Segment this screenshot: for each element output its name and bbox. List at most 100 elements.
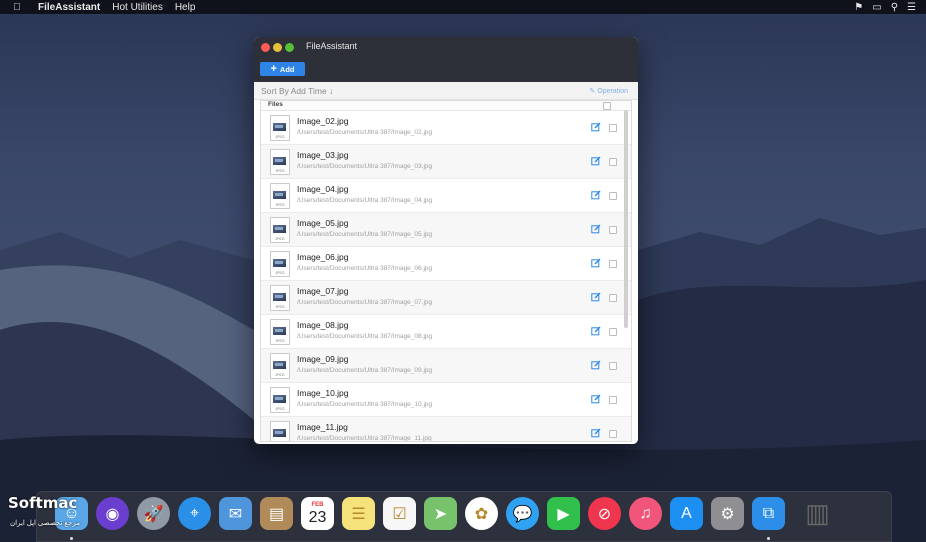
watermark-tagline: مرجع تخصصی اپل ایران	[10, 520, 80, 527]
edit-icon[interactable]	[591, 190, 601, 200]
minimize-window-button[interactable]	[273, 43, 282, 52]
file-row[interactable]: JPEG Image_11.jpg/Users/test/Documents/Ul…	[261, 417, 631, 441]
music-icon[interactable]: ♫	[629, 497, 662, 530]
edit-icon[interactable]	[591, 360, 601, 370]
mail-icon[interactable]: ✉	[219, 497, 252, 530]
jpeg-file-icon: JPEG	[270, 217, 290, 243]
file-checkbox[interactable]	[609, 226, 617, 234]
file-checkbox[interactable]	[609, 294, 617, 302]
file-ext-label: JPEG	[275, 237, 285, 241]
file-checkbox[interactable]	[609, 396, 617, 404]
fileassistant-icon[interactable]: ⧉	[752, 497, 785, 530]
file-checkbox[interactable]	[609, 362, 617, 370]
file-row[interactable]: JPEG Image_02.jpg/Users/test/Documents/Ul…	[261, 111, 631, 145]
file-name: Image_11.jpg	[297, 422, 348, 432]
system-preferences-icon[interactable]: ⚙	[711, 497, 744, 530]
edit-icon[interactable]	[591, 258, 601, 268]
file-ext-label: JPEG	[275, 271, 285, 275]
display-mirror-icon[interactable]: ▭	[872, 2, 881, 13]
file-ext-label: JPEG	[275, 407, 285, 411]
app-store-icon[interactable]: A	[670, 497, 703, 530]
file-name: Image_06.jpg	[297, 252, 349, 262]
menu-list-icon[interactable]: ☰	[907, 2, 916, 13]
file-list-header: Files	[261, 101, 631, 111]
edit-icon[interactable]	[591, 292, 601, 302]
notes-icon[interactable]: ☰	[342, 497, 375, 530]
maps-icon[interactable]: ➤	[424, 497, 457, 530]
file-row[interactable]: JPEG Image_07.jpg/Users/test/Documents/Ul…	[261, 281, 631, 315]
file-name: Image_04.jpg	[297, 184, 349, 194]
file-ext-label: JPEG	[275, 373, 285, 377]
edit-icon[interactable]	[591, 122, 601, 132]
edit-icon[interactable]	[591, 428, 601, 438]
file-path: /Users/test/Documents/Ultra 387/Image_08…	[297, 333, 433, 340]
search-icon[interactable]: ⚲	[891, 2, 898, 13]
sort-dropdown[interactable]: Sort By Add Time ↓	[261, 86, 333, 96]
apple-icon[interactable]: 	[10, 2, 24, 13]
file-checkbox[interactable]	[609, 328, 617, 336]
file-path: /Users/test/Documents/Ultra 387/Image_09…	[297, 367, 433, 374]
jpeg-file-icon: JPEG	[270, 115, 290, 141]
launchpad-icon[interactable]: 🚀	[137, 497, 170, 530]
file-path: /Users/test/Documents/Ultra 387/Image_05…	[297, 231, 433, 238]
file-checkbox[interactable]	[609, 158, 617, 166]
calendar-month: FEB	[311, 501, 324, 508]
file-checkbox[interactable]	[609, 192, 617, 200]
jpeg-file-icon: JPEG	[270, 183, 290, 209]
photos-icon[interactable]: ✿	[465, 497, 498, 530]
file-path: /Users/test/Documents/Ultra 387/Image_04…	[297, 197, 433, 204]
file-row[interactable]: JPEG Image_06.jpg/Users/test/Documents/Ul…	[261, 247, 631, 281]
add-button[interactable]: + Add	[260, 62, 305, 76]
file-row[interactable]: JPEG Image_08.jpg/Users/test/Documents/Ul…	[261, 315, 631, 349]
file-path: /Users/test/Documents/Ultra 387/Image_03…	[297, 163, 433, 170]
edit-icon[interactable]	[591, 156, 601, 166]
operation-label: Operation	[597, 88, 628, 95]
file-list: Files JPEG Image_02.jpg/Users/test/Docume…	[260, 100, 632, 442]
news-icon[interactable]: ⊘	[588, 497, 621, 530]
menu-app-name[interactable]: FileAssistant	[38, 2, 100, 13]
dock: ☺ ◉ 🚀 ⌖ ✉ ▤ FEB 23 ☰ ☑ ➤ ✿ 💬 ▶ ⊘ ♫ A ⚙ ⧉ ▥	[36, 491, 892, 542]
list-scrollbar[interactable]	[624, 110, 628, 328]
edit-icon[interactable]	[591, 224, 601, 234]
file-name: Image_02.jpg	[297, 116, 349, 126]
close-window-button[interactable]	[261, 43, 270, 52]
edit-icon[interactable]	[591, 326, 601, 336]
menu-bar:  FileAssistant Hot Utilities Help ⚑ ▭ ⚲…	[0, 0, 926, 14]
airplay-flag-icon[interactable]: ⚑	[854, 2, 863, 13]
calendar-icon[interactable]: FEB 23	[301, 497, 334, 530]
operation-button[interactable]: ✎ Operation	[589, 87, 628, 95]
watermark-logo: Softmac مرجع تخصصی اپل ایران	[4, 494, 116, 534]
messages-icon[interactable]: 💬	[506, 497, 539, 530]
trash-full-icon[interactable]: ▥	[801, 497, 834, 530]
file-name: Image_03.jpg	[297, 150, 349, 160]
calendar-day: 23	[308, 508, 327, 526]
file-row[interactable]: JPEG Image_04.jpg/Users/test/Documents/Ul…	[261, 179, 631, 213]
contacts-icon[interactable]: ▤	[260, 497, 293, 530]
window-titlebar: FileAssistant + Add	[254, 37, 638, 82]
facetime-icon[interactable]: ▶	[547, 497, 580, 530]
file-path: /Users/test/Documents/Ultra 387/Image_07…	[297, 299, 433, 306]
file-name: Image_09.jpg	[297, 354, 349, 364]
select-all-checkbox[interactable]	[603, 102, 611, 110]
file-checkbox[interactable]	[609, 124, 617, 132]
file-row[interactable]: JPEG Image_05.jpg/Users/test/Documents/Ul…	[261, 213, 631, 247]
fileassistant-window: FileAssistant + Add Sort By Add Time ↓ ✎…	[254, 37, 638, 444]
jpeg-file-icon: JPEG	[270, 353, 290, 379]
safari-icon[interactable]: ⌖	[178, 497, 211, 530]
jpeg-file-icon: JPEG	[270, 149, 290, 175]
file-ext-label: JPEG	[275, 169, 285, 173]
file-row[interactable]: JPEG Image_10.jpg/Users/test/Documents/Ul…	[261, 383, 631, 417]
zoom-window-button[interactable]	[285, 43, 294, 52]
edit-icon[interactable]	[591, 394, 601, 404]
menu-hot-utilities[interactable]: Hot Utilities	[112, 2, 163, 13]
file-row[interactable]: JPEG Image_03.jpg/Users/test/Documents/Ul…	[261, 145, 631, 179]
file-checkbox[interactable]	[609, 430, 617, 438]
file-path: /Users/test/Documents/Ultra 387/Image_06…	[297, 265, 433, 272]
file-ext-label: JPEG	[275, 305, 285, 309]
menu-help[interactable]: Help	[175, 2, 196, 13]
file-ext-label: JPEG	[275, 203, 285, 207]
reminders-icon[interactable]: ☑	[383, 497, 416, 530]
file-row[interactable]: JPEG Image_09.jpg/Users/test/Documents/Ul…	[261, 349, 631, 383]
window-title: FileAssistant	[306, 41, 358, 51]
file-checkbox[interactable]	[609, 260, 617, 268]
